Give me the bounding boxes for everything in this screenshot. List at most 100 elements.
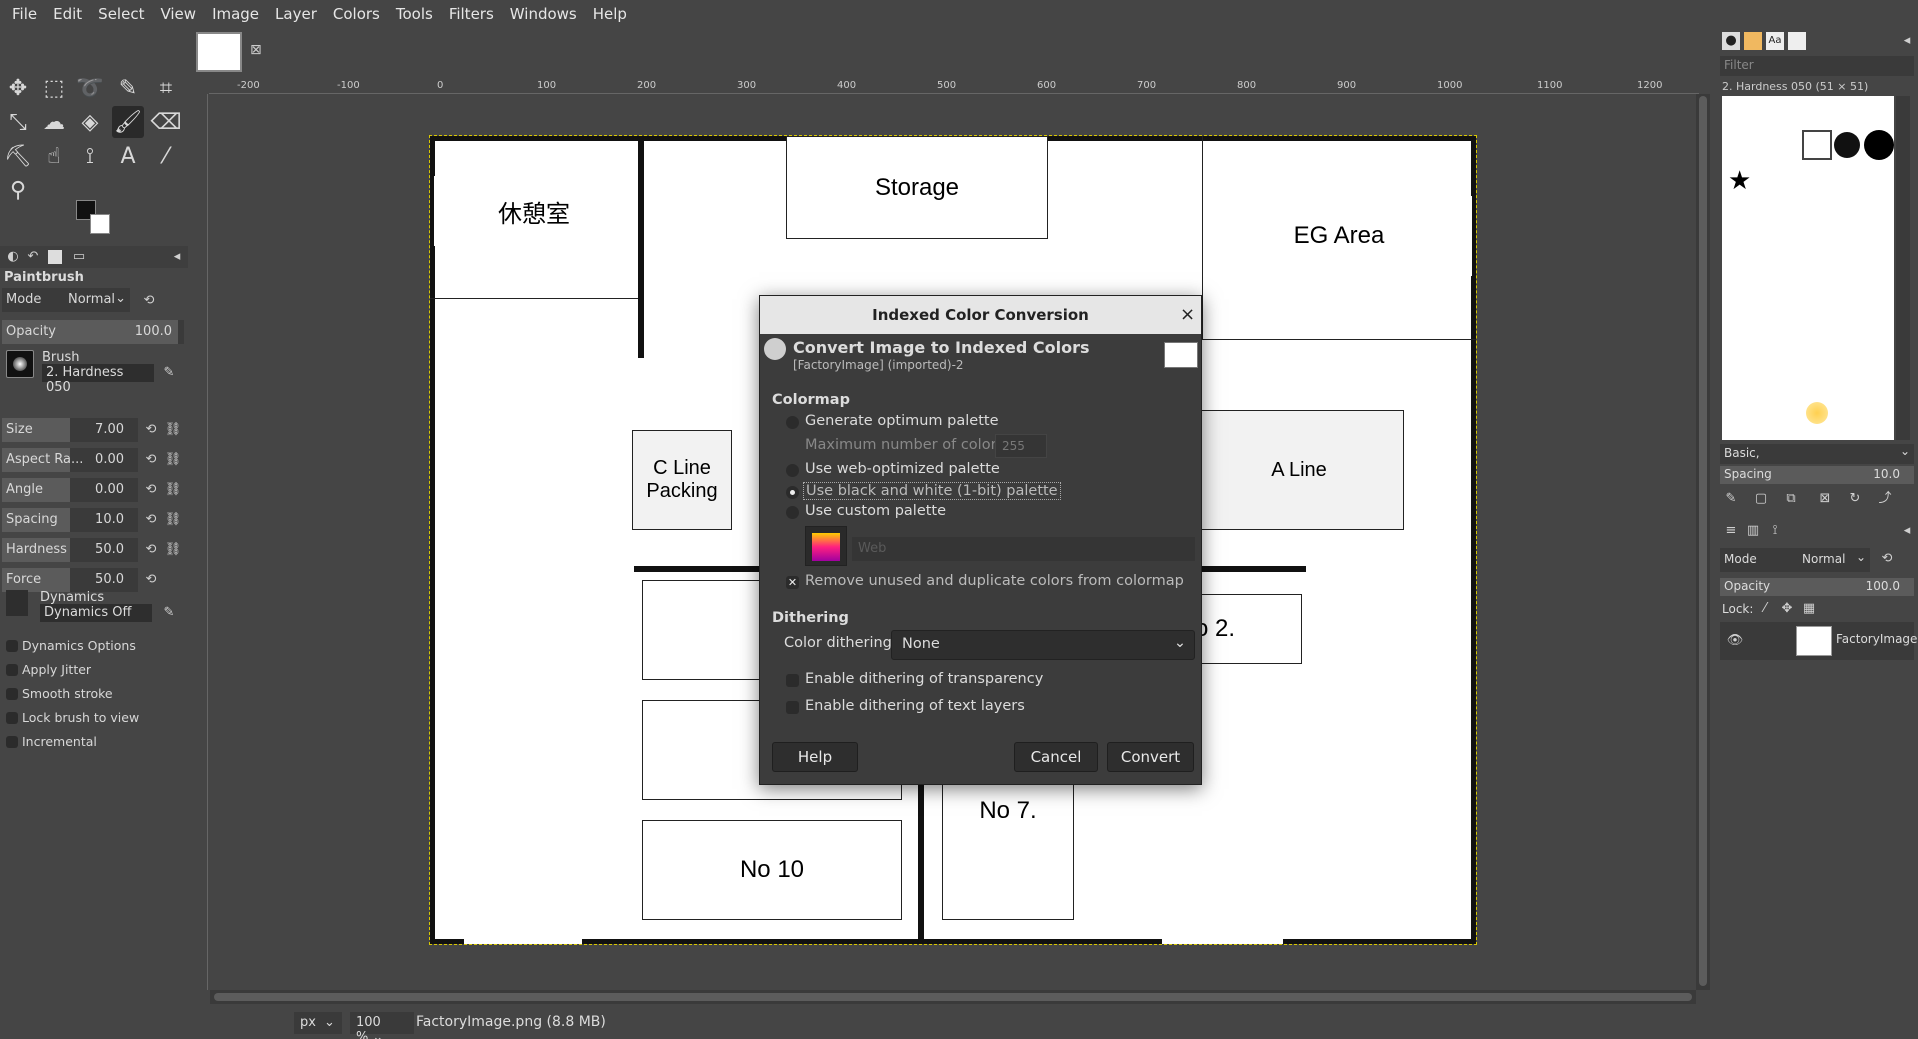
chain-link-icon[interactable]: ⛓ xyxy=(164,541,182,559)
option-checkbox[interactable] xyxy=(6,664,18,676)
option-checkbox[interactable] xyxy=(6,688,18,700)
menu-colors[interactable]: Colors xyxy=(325,5,388,23)
edit-brush-icon[interactable]: ✎ xyxy=(1722,490,1740,508)
patterns-tab-icon[interactable] xyxy=(1744,32,1762,50)
brush-grid[interactable]: ★ xyxy=(1722,96,1894,440)
chain-link-icon[interactable]: ⛓ xyxy=(164,511,182,529)
menu-tools[interactable]: Tools xyxy=(388,5,441,23)
brush-filter-input[interactable]: Filter xyxy=(1720,56,1914,76)
rect-select-icon[interactable]: ⬚ xyxy=(38,72,70,104)
reset-icon[interactable]: ⟲ xyxy=(142,451,160,469)
text-tool-icon[interactable]: A xyxy=(112,140,144,172)
convert-button[interactable]: Convert xyxy=(1107,742,1194,772)
paths-tab-icon[interactable]: ⟟ xyxy=(1766,522,1784,540)
clone-icon[interactable]: ⛏ xyxy=(2,140,34,172)
bucket-fill-icon[interactable]: ◈ xyxy=(74,106,106,138)
palette-name-field[interactable]: Web xyxy=(852,537,1195,561)
chain-link-icon[interactable]: ⛓ xyxy=(164,451,182,469)
horizontal-ruler[interactable]: -200 -100 0 100 200 300 400 500 600 700 800 900 1000… xyxy=(209,78,1699,94)
lock-alpha-icon[interactable]: ▦ xyxy=(1800,600,1818,618)
crop-icon[interactable]: ⌗ xyxy=(150,72,182,104)
chain-link-icon[interactable]: ⛓ xyxy=(164,481,182,499)
vertical-ruler[interactable] xyxy=(192,94,208,990)
undo-history-tab-icon[interactable]: ↶ xyxy=(24,248,42,266)
brush-to-image-icon[interactable]: ⤴ xyxy=(1876,490,1894,508)
slider-hardness[interactable]: Hardness 50.0 xyxy=(2,538,138,562)
horizontal-scroll-thumb[interactable] xyxy=(214,993,1692,1001)
slider-size[interactable]: Size 7.00 xyxy=(2,418,138,442)
reset-icon[interactable]: ⟲ xyxy=(142,511,160,529)
menu-windows[interactable]: Windows xyxy=(502,5,585,23)
background-color[interactable] xyxy=(90,214,110,234)
images-tab-icon[interactable] xyxy=(48,250,62,264)
transform-icon[interactable]: ⤡ xyxy=(2,106,34,138)
mode-select[interactable]: Mode Normal ⌄ xyxy=(2,288,130,312)
layer-mode-select[interactable]: Mode Normal ⌄ xyxy=(1720,548,1870,572)
close-tab-icon[interactable]: ⊠ xyxy=(250,42,262,58)
reset-icon[interactable]: ⟲ xyxy=(142,481,160,499)
radio-custom[interactable] xyxy=(786,506,799,519)
device-status-tab-icon[interactable]: ▭ xyxy=(70,248,88,266)
menu-edit[interactable]: Edit xyxy=(45,5,90,23)
reset-icon[interactable]: ⟲ xyxy=(142,421,160,439)
zoom-icon[interactable]: ⚲ xyxy=(2,174,34,206)
palette-button[interactable] xyxy=(805,526,847,566)
lock-pixels-icon[interactable]: ⁄ xyxy=(1756,600,1774,618)
documents-tab-icon[interactable] xyxy=(1788,32,1806,50)
image-tab-thumbnail[interactable] xyxy=(196,32,242,72)
color-dithering-select[interactable]: None ⌄ xyxy=(891,630,1195,660)
paths-icon[interactable]: ⟟ xyxy=(74,140,106,172)
dock-menu-icon[interactable]: ◂ xyxy=(1898,32,1916,50)
refresh-brushes-icon[interactable]: ↻ xyxy=(1846,490,1864,508)
slider-angle[interactable]: Angle 0.00 xyxy=(2,478,138,502)
menu-help[interactable]: Help xyxy=(585,5,635,23)
menu-select[interactable]: Select xyxy=(90,5,152,23)
new-brush-icon[interactable]: ▢ xyxy=(1752,490,1770,508)
brush-spacing-slider[interactable]: Spacing 10.0 xyxy=(1720,466,1914,484)
menu-view[interactable]: View xyxy=(152,5,204,23)
lock-position-icon[interactable]: ✥ xyxy=(1778,600,1796,618)
dynamics-field[interactable]: Dynamics Off xyxy=(40,604,152,622)
remove-unused-checkbox[interactable]: ✕ xyxy=(786,576,799,589)
layer-opacity-slider[interactable]: Opacity 100.0 xyxy=(1720,578,1914,596)
menu-file[interactable]: File xyxy=(4,5,45,23)
paintbrush-icon[interactable]: 🖌 xyxy=(112,106,144,138)
dock-menu-icon[interactable]: ◂ xyxy=(1898,522,1916,540)
dynamics-icon[interactable] xyxy=(6,590,28,616)
reset-icon[interactable]: ⟲ xyxy=(142,541,160,559)
radio-black-white[interactable] xyxy=(786,486,799,499)
edit-brush-icon[interactable]: ✎ xyxy=(160,364,178,382)
opacity-slider[interactable]: Opacity 100.0 xyxy=(2,320,184,344)
color-picker-icon[interactable]: ⁄ xyxy=(150,140,182,172)
duplicate-brush-icon[interactable]: ⧉ xyxy=(1782,490,1800,508)
dither-text-checkbox[interactable] xyxy=(786,701,799,714)
radio-web[interactable] xyxy=(786,464,799,477)
option-checkbox[interactable] xyxy=(6,640,18,652)
slider-spacing[interactable]: Spacing 10.0 xyxy=(2,508,138,532)
brush-preview[interactable] xyxy=(6,350,34,378)
chain-link-icon[interactable]: ⛓ xyxy=(164,421,182,439)
delete-brush-icon[interactable]: ⊠ xyxy=(1816,490,1834,508)
tool-options-tab-icon[interactable]: ◐ xyxy=(4,248,22,266)
brush-name-field[interactable]: 2. Hardness 050 xyxy=(42,364,154,395)
reset-icon[interactable]: ⟲ xyxy=(142,571,160,589)
dock-menu-icon[interactable]: ◂ xyxy=(168,248,186,266)
eraser-icon[interactable]: ⌫ xyxy=(150,106,182,138)
radio-optimum[interactable] xyxy=(786,416,799,429)
slider-force[interactable]: Force 50.0 xyxy=(2,568,138,592)
option-checkbox[interactable] xyxy=(6,736,18,748)
vertical-scroll-thumb[interactable] xyxy=(1699,96,1707,986)
cancel-button[interactable]: Cancel xyxy=(1014,742,1098,772)
layer-row[interactable]: 👁 FactoryImage.p xyxy=(1720,622,1918,660)
menu-image[interactable]: Image xyxy=(204,5,267,23)
brushes-tab-icon[interactable]: ● xyxy=(1722,32,1740,50)
reset-mode-icon[interactable]: ⟲ xyxy=(140,292,158,310)
warp-icon[interactable]: ☁ xyxy=(38,106,70,138)
unit-select[interactable]: px ⌄ xyxy=(294,1012,342,1034)
edit-dynamics-icon[interactable]: ✎ xyxy=(160,604,178,622)
max-colors-input[interactable]: 255 xyxy=(995,434,1047,458)
zoom-select[interactable]: 100 % ⌄ xyxy=(350,1012,414,1039)
move-tool-icon[interactable]: ✥ xyxy=(2,72,34,104)
menu-filters[interactable]: Filters xyxy=(441,5,502,23)
option-checkbox[interactable] xyxy=(6,712,18,724)
